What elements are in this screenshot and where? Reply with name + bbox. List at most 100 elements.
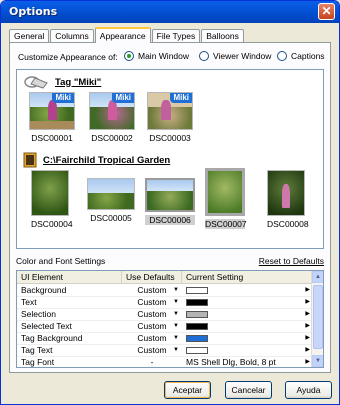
dropdown-arrow-icon[interactable]: ▼ (173, 345, 179, 356)
title-bar: Options ✕ (1, 1, 339, 23)
header-current-setting[interactable]: Current Setting (182, 271, 313, 283)
help-button[interactable]: Ayuda (285, 381, 332, 399)
scroll-down-icon[interactable]: ▼ (312, 355, 323, 367)
row-defaults: Custom (137, 297, 167, 307)
color-swatch (186, 287, 208, 294)
chevron-right-icon[interactable]: ▶ (305, 357, 310, 367)
row-defaults: Custom (137, 309, 167, 319)
cancel-button[interactable]: Cancelar (225, 381, 272, 399)
row-element: Tag Background (21, 333, 83, 343)
group-header-folder: C:\Fairchild Tropical Garden (23, 152, 170, 168)
grid-header: UI Element Use Defaults Current Setting (17, 271, 313, 284)
row-element: Tag Text (21, 345, 53, 355)
chevron-right-icon[interactable]: ▶ (305, 345, 310, 356)
thumbnail-image (205, 168, 245, 216)
close-button[interactable]: ✕ (318, 3, 335, 20)
tab-appearance[interactable]: Appearance (94, 27, 151, 43)
thumbnail-item[interactable]: DSC00006 (145, 178, 195, 225)
row-defaults: - (150, 357, 154, 367)
radio-captions[interactable]: Captions (277, 51, 325, 61)
chevron-right-icon[interactable]: ▶ (305, 297, 310, 308)
tag-badge: Miki (112, 93, 134, 103)
thumbnail-caption: DSC00001 (31, 133, 73, 143)
row-element: Selected Text (21, 321, 72, 331)
tab-balloons[interactable]: Balloons (201, 29, 244, 43)
color-font-label: Color and Font Settings (16, 256, 106, 266)
color-swatch (186, 335, 208, 342)
color-swatch (186, 323, 208, 330)
dropdown-arrow-icon[interactable]: ▼ (173, 309, 179, 320)
table-row[interactable]: Tag Font - MS Shell Dlg, Bold, 8 pt ▶ (17, 357, 313, 367)
radio-label: Captions (291, 51, 325, 61)
preview-gallery[interactable]: Tag "Miki" Miki DSC00001 Miki DSC00002 M… (16, 69, 324, 249)
table-row[interactable]: Background Custom ▼ ▶ (17, 285, 313, 297)
row-defaults: Custom (137, 333, 167, 343)
table-row[interactable]: Tag Background Custom ▼ ▶ (17, 333, 313, 345)
color-font-label-row: Color and Font Settings Reset to Default… (16, 256, 324, 268)
row-setting: MS Shell Dlg, Bold, 8 pt (186, 357, 276, 367)
thumbnail-caption: DSC00008 (267, 219, 309, 229)
dropdown-arrow-icon[interactable]: ▼ (173, 297, 179, 308)
tab-columns[interactable]: Columns (50, 29, 94, 43)
tab-file-types[interactable]: File Types (151, 29, 201, 43)
thumbnail-caption: DSC00004 (31, 219, 73, 229)
thumbnail-item[interactable]: Miki DSC00002 (89, 92, 135, 143)
thumbnail-image (145, 178, 195, 212)
radio-main-window[interactable]: Main Window (124, 51, 189, 61)
thumbnail-item[interactable]: DSC00005 (87, 178, 135, 223)
thumbnail-image: Miki (89, 92, 135, 130)
tab-general[interactable]: General (9, 29, 50, 43)
reset-defaults-link[interactable]: Reset to Defaults (259, 256, 324, 266)
table-row[interactable]: Selected Text Custom ▼ ▶ (17, 321, 313, 333)
radio-dot-checked (124, 51, 134, 61)
dropdown-arrow-icon[interactable]: ▼ (173, 333, 179, 344)
row-defaults: Custom (137, 345, 167, 355)
dropdown-arrow-icon[interactable]: ▼ (173, 321, 179, 332)
row-defaults: Custom (137, 321, 167, 331)
group-title: C:\Fairchild Tropical Garden (43, 154, 171, 166)
radio-viewer-window[interactable]: Viewer Window (199, 51, 271, 61)
thumbnail-image: Miki (147, 92, 193, 130)
close-icon: ✕ (321, 4, 332, 18)
dropdown-arrow-icon[interactable]: ▼ (173, 285, 179, 296)
table-row[interactable]: Selection Custom ▼ ▶ (17, 309, 313, 321)
thumbnail-image (87, 178, 135, 210)
thumbnail-item[interactable]: Miki DSC00001 (29, 92, 75, 143)
thumbnail-image (267, 170, 305, 216)
table-row[interactable]: Tag Text Custom ▼ ▶ (17, 345, 313, 357)
header-ui-element[interactable]: UI Element (17, 271, 122, 283)
thumbnail-image: Miki (29, 92, 75, 130)
color-swatch (186, 311, 208, 318)
thumbnail-item[interactable]: DSC00008 (267, 170, 309, 229)
settings-grid: UI Element Use Defaults Current Setting … (16, 270, 324, 368)
thumbnail-caption: DSC00005 (90, 213, 132, 223)
film-folder-icon (23, 152, 37, 168)
options-window: Options ✕ General Columns Appearance Fil… (0, 0, 340, 405)
chevron-right-icon[interactable]: ▶ (305, 285, 310, 296)
thumbnail-caption: DSC00003 (149, 133, 191, 143)
scroll-up-icon[interactable]: ▲ (312, 271, 323, 283)
thumbnail-item[interactable]: Miki DSC00003 (147, 92, 193, 143)
tag-icon (24, 76, 48, 89)
tag-badge: Miki (170, 93, 192, 103)
radio-dot (277, 51, 287, 61)
scroll-thumb[interactable] (313, 285, 323, 349)
header-use-defaults[interactable]: Use Defaults (122, 271, 182, 283)
thumbnail-caption: DSC00002 (91, 133, 133, 143)
thumbnail-item[interactable]: DSC00004 (31, 170, 73, 229)
vertical-scrollbar[interactable]: ▲ ▼ (311, 271, 323, 367)
chevron-right-icon[interactable]: ▶ (305, 321, 310, 332)
window-title: Options (9, 5, 58, 18)
color-swatch (186, 347, 208, 354)
customize-label: Customize Appearance of: (18, 52, 118, 62)
radio-dot (199, 51, 209, 61)
thumbnail-item[interactable]: DSC00007 (205, 168, 247, 229)
row-element: Text (21, 297, 37, 307)
ok-button[interactable]: Aceptar (164, 381, 211, 399)
table-row[interactable]: Text Custom ▼ ▶ (17, 297, 313, 309)
chevron-right-icon[interactable]: ▶ (305, 309, 310, 320)
group-header-tag: Tag "Miki" (23, 74, 101, 90)
thumbnail-image (31, 170, 69, 216)
chevron-right-icon[interactable]: ▶ (305, 333, 310, 344)
row-element: Selection (21, 309, 56, 319)
